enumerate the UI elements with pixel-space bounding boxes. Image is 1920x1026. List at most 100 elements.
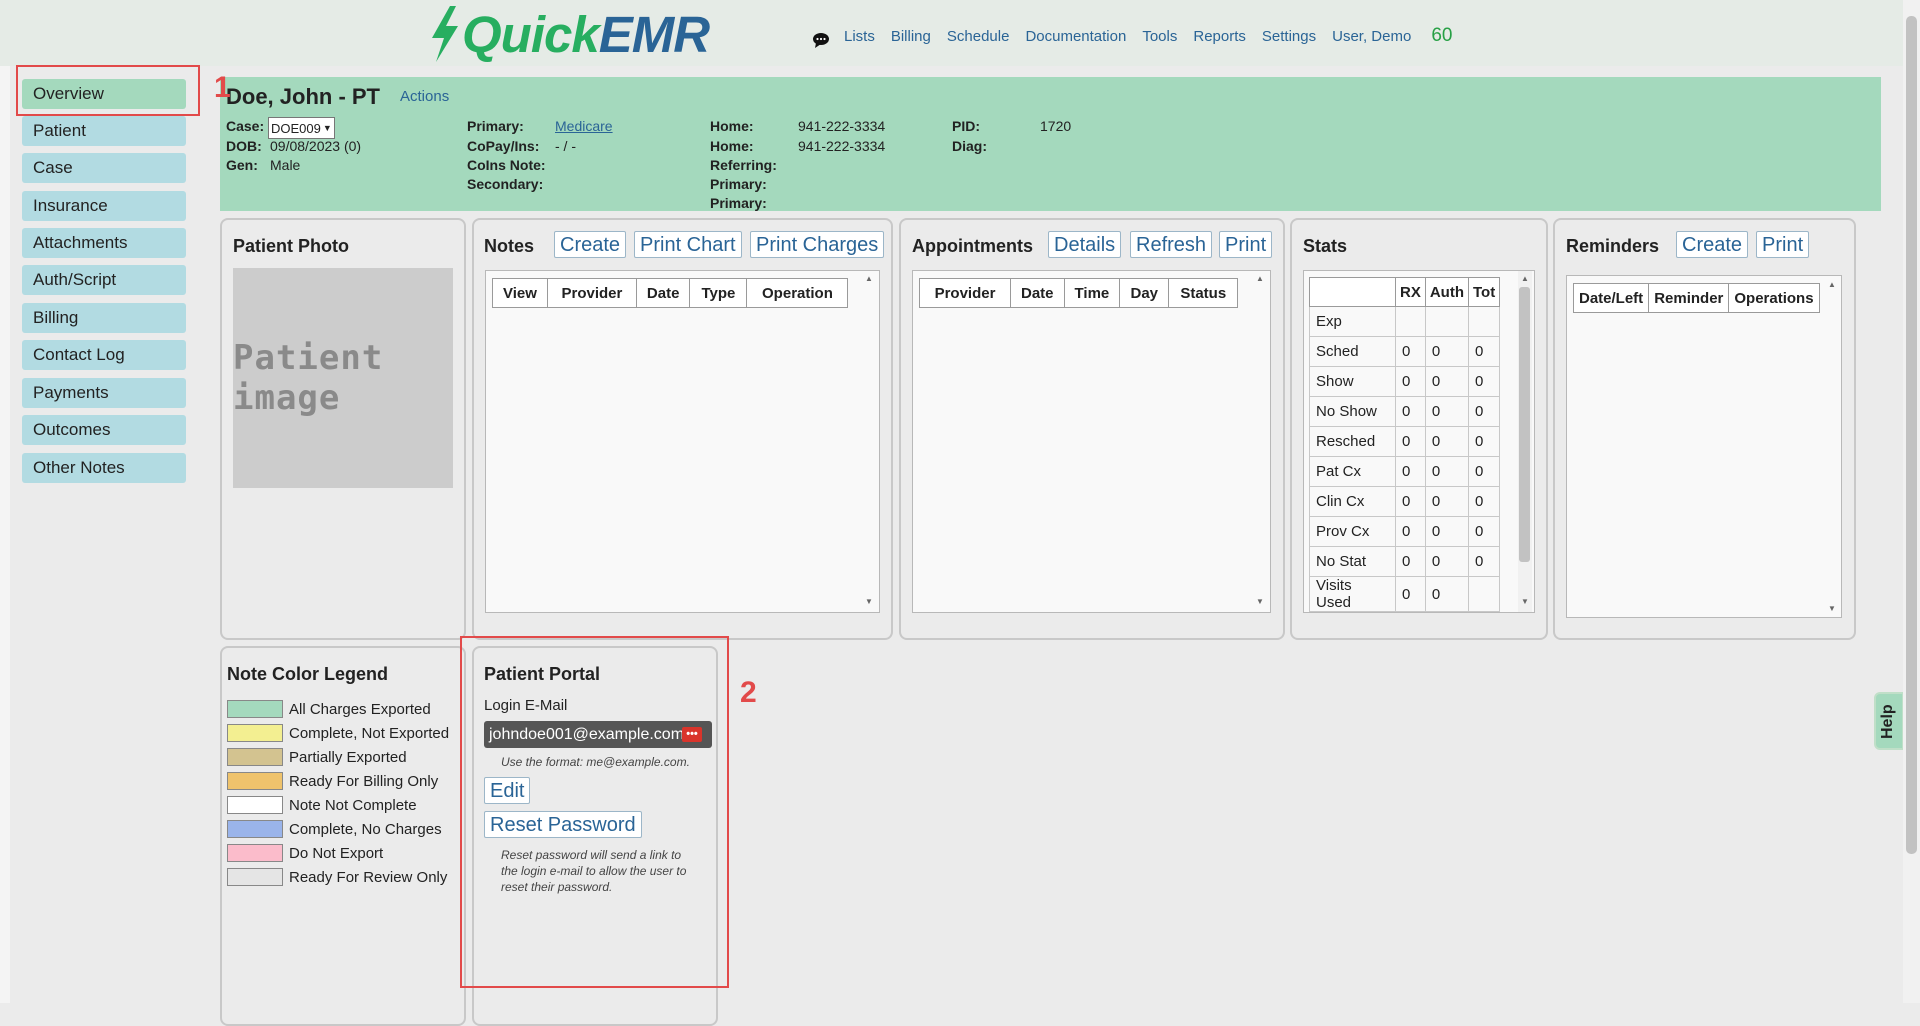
stat-label: Clin Cx bbox=[1309, 486, 1396, 517]
appt-col-status[interactable]: Status bbox=[1168, 278, 1239, 308]
legend-swatch bbox=[227, 844, 283, 862]
stat-label: Pat Cx bbox=[1309, 456, 1396, 487]
legend-label: Do Not Export bbox=[289, 844, 384, 862]
sidebar-item-contact-log[interactable]: Contact Log bbox=[22, 340, 186, 370]
appt-col-date[interactable]: Date bbox=[1010, 278, 1065, 308]
nav-billing[interactable]: Billing bbox=[891, 28, 931, 45]
scroll-down-icon[interactable]: ▼ bbox=[865, 597, 873, 606]
page-scroll-thumb[interactable] bbox=[1906, 16, 1917, 854]
sidebar-strip bbox=[0, 66, 10, 1003]
nav-reports[interactable]: Reports bbox=[1193, 28, 1246, 45]
nav-settings[interactable]: Settings bbox=[1262, 28, 1316, 45]
stat-label: Show bbox=[1309, 366, 1396, 397]
appointments-print-button[interactable]: Print bbox=[1219, 231, 1273, 258]
reminders-create-button[interactable]: Create bbox=[1676, 231, 1749, 258]
appt-col-provider[interactable]: Provider bbox=[919, 278, 1011, 308]
table-row: Pat Cx 0 0 0 bbox=[1309, 456, 1501, 487]
stat-label: Exp bbox=[1309, 306, 1396, 337]
appointments-refresh-button[interactable]: Refresh bbox=[1130, 231, 1213, 258]
notes-col-date[interactable]: Date bbox=[635, 278, 691, 308]
notes-col-provider[interactable]: Provider bbox=[546, 278, 637, 308]
reminders-col-date-left[interactable]: Date/Left bbox=[1572, 283, 1650, 313]
lightning-bolt-icon bbox=[432, 6, 458, 62]
gender-label: Gen: bbox=[226, 157, 258, 173]
notes-title: Notes bbox=[484, 236, 535, 256]
stat-rx: 0 bbox=[1395, 456, 1426, 487]
stat-label: Sched bbox=[1309, 336, 1396, 367]
stat-tot: 0 bbox=[1467, 486, 1501, 517]
sidebar-item-case[interactable]: Case bbox=[22, 153, 186, 183]
sidebar-item-billing[interactable]: Billing bbox=[22, 303, 186, 333]
legend-item: Complete, Not Exported bbox=[227, 723, 449, 743]
scroll-down-icon[interactable]: ▼ bbox=[1828, 604, 1836, 613]
stat-tot: 0 bbox=[1467, 366, 1501, 397]
nav-tools[interactable]: Tools bbox=[1142, 28, 1177, 45]
stat-tot: 0 bbox=[1467, 336, 1501, 367]
nav-lists[interactable]: Lists bbox=[844, 28, 875, 45]
pid-value: 1720 bbox=[1040, 118, 1072, 134]
appointments-title: Appointments bbox=[912, 236, 1033, 256]
sidebar-item-patient[interactable]: Patient bbox=[22, 116, 186, 146]
stats-col-blank bbox=[1309, 277, 1396, 307]
sidebar-item-outcomes[interactable]: Outcomes bbox=[22, 415, 186, 445]
appointments-details-button[interactable]: Details bbox=[1048, 231, 1122, 258]
sidebar-item-other-notes[interactable]: Other Notes bbox=[22, 453, 186, 483]
stat-tot bbox=[1467, 576, 1501, 612]
sidebar-item-attachments[interactable]: Attachments bbox=[22, 228, 186, 258]
stat-tot: 0 bbox=[1467, 426, 1501, 457]
scroll-down-icon[interactable]: ▼ bbox=[1256, 597, 1264, 606]
help-tab[interactable]: Help bbox=[1874, 692, 1904, 750]
sidebar-item-payments[interactable]: Payments bbox=[22, 378, 186, 408]
chevron-down-icon: ▼ bbox=[322, 123, 332, 133]
scroll-up-icon[interactable]: ▲ bbox=[1828, 280, 1836, 289]
notes-create-button[interactable]: Create bbox=[554, 231, 627, 258]
scroll-down-icon[interactable]: ▼ bbox=[1521, 597, 1529, 606]
legend-item: All Charges Exported bbox=[227, 699, 431, 719]
legend-item: Complete, No Charges bbox=[227, 819, 442, 839]
scroll-up-icon[interactable]: ▲ bbox=[1256, 274, 1264, 283]
print-chart-button[interactable]: Print Chart bbox=[634, 231, 742, 258]
patient-name: Doe, John - PT bbox=[226, 84, 380, 109]
quickemr-logo[interactable]: QuickEMR bbox=[428, 4, 710, 64]
notes-col-type[interactable]: Type bbox=[689, 278, 748, 308]
stats-scroll-thumb[interactable] bbox=[1519, 287, 1530, 562]
primary-ins-link[interactable]: Medicare bbox=[555, 118, 613, 134]
scroll-up-icon[interactable]: ▲ bbox=[865, 274, 873, 283]
stat-rx: 0 bbox=[1395, 486, 1426, 517]
table-row: No Stat 0 0 0 bbox=[1309, 546, 1501, 577]
scroll-up-icon[interactable]: ▲ bbox=[1521, 274, 1529, 283]
sidebar-item-insurance[interactable]: Insurance bbox=[22, 191, 186, 221]
stat-auth: 0 bbox=[1424, 336, 1470, 367]
annotation-box-1 bbox=[16, 65, 200, 116]
referring-label: Referring: bbox=[710, 157, 777, 173]
sidebar-item-auth-script[interactable]: Auth/Script bbox=[22, 265, 186, 295]
primary-ins-label: Primary: bbox=[467, 118, 524, 134]
stat-label: No Show bbox=[1309, 396, 1396, 427]
print-charges-button[interactable]: Print Charges bbox=[750, 231, 885, 258]
notes-col-operation[interactable]: Operation bbox=[746, 278, 849, 308]
actions-link[interactable]: Actions bbox=[400, 88, 449, 105]
reminders-list-box bbox=[1566, 275, 1842, 618]
patient-photo[interactable]: Patient image bbox=[233, 268, 453, 488]
case-select[interactable]: DOE009 ▼ bbox=[268, 117, 335, 139]
appt-col-time[interactable]: Time bbox=[1063, 278, 1121, 308]
nav-schedule[interactable]: Schedule bbox=[947, 28, 1010, 45]
chat-bubble-icon[interactable] bbox=[812, 32, 830, 48]
table-row: No Show 0 0 0 bbox=[1309, 396, 1501, 427]
nav-documentation[interactable]: Documentation bbox=[1025, 28, 1126, 45]
appt-col-day[interactable]: Day bbox=[1119, 278, 1170, 308]
reminders-print-button[interactable]: Print bbox=[1756, 231, 1810, 258]
legend-swatch bbox=[227, 820, 283, 838]
stat-rx: 0 bbox=[1395, 336, 1426, 367]
reminders-col-operations[interactable]: Operations bbox=[1728, 283, 1820, 313]
stat-auth: 0 bbox=[1424, 456, 1470, 487]
annotation-number-1: 1 bbox=[214, 71, 231, 104]
notes-col-view[interactable]: View bbox=[492, 278, 548, 308]
reminders-col-reminder[interactable]: Reminder bbox=[1648, 283, 1730, 313]
table-row: Exp bbox=[1309, 306, 1501, 337]
stat-tot: 0 bbox=[1467, 456, 1501, 487]
nav-user-menu[interactable]: User, Demo bbox=[1332, 28, 1411, 45]
main-nav: Lists Billing Schedule Documentation Too… bbox=[812, 24, 1452, 48]
legend-label: Ready For Review Only bbox=[289, 868, 448, 886]
reminders-title: Reminders bbox=[1566, 236, 1660, 256]
